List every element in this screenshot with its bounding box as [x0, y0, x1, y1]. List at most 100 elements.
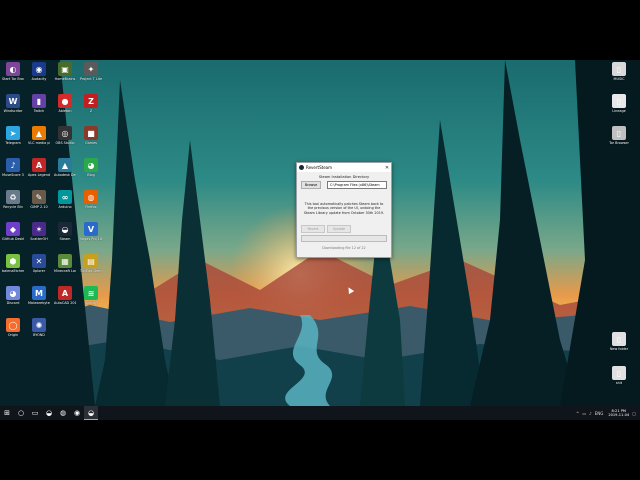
firefox-icon: ◍: [84, 190, 98, 204]
shortcut-label: Games: [85, 141, 97, 145]
shortcut-label: Tor Browser: [609, 141, 629, 145]
desktop_icons_left-shortcut[interactable]: ≋ Spotify: [80, 286, 102, 305]
steam-path-field[interactable]: C:\Program Files (x86)\Steam: [327, 181, 387, 189]
desktop_icons_right-shortcut[interactable]: ▯ Tor Browser: [608, 126, 630, 145]
ableton-icon: ●: [58, 94, 72, 108]
desktop_icons_right-shortcut[interactable]: ▯ Lineage: [608, 94, 630, 113]
shortcut-label: Lineage: [612, 109, 626, 113]
revert-button[interactable]: Revert: [301, 225, 325, 234]
action-buttons: Revert Update: [297, 225, 391, 234]
desktop_icons_left-shortcut[interactable]: M Malwarebytes: [28, 286, 50, 305]
desktop_icons_left-shortcut[interactable]: ▮ Twitch: [28, 94, 50, 113]
taskbar: ⊞ ○ ▭ ◒ ◍ ◉ ◒ ^ ▭ ♪ ENG 8:21 PM 2019-11-04 ▢: [0, 406, 640, 420]
shortcut-label: Discord: [6, 301, 20, 305]
clock[interactable]: 8:21 PM 2019-11-04: [608, 409, 629, 418]
revertsteam-taskbar-icon[interactable]: ◒: [84, 406, 98, 420]
gimp-icon: ✎: [32, 190, 46, 204]
obs-icon: ◎: [58, 126, 72, 140]
autocad-icon: A: [58, 286, 72, 300]
shortcut-label: Windscribe: [3, 109, 23, 113]
tor-icon: ◐: [6, 62, 20, 76]
desktop_icons_left-shortcut[interactable]: ◯ Origin: [2, 318, 24, 337]
desktop_icons_left-shortcut[interactable]: ◍ Firefox: [80, 190, 102, 209]
monitor-icon[interactable]: ▭: [582, 411, 586, 416]
desktop_icons_left-shortcut[interactable]: ◐Start Tor Browser: [2, 62, 24, 81]
desktop_icons_left-shortcut[interactable]: ▦Minecraft Launcher: [54, 254, 76, 273]
chevron-up-icon[interactable]: ^: [576, 411, 579, 416]
tor-browser-icon: ▯: [612, 126, 626, 140]
status-text: Downloading file 12 of 22: [322, 246, 366, 251]
start-icon[interactable]: ⊞: [0, 406, 14, 420]
shortcut-label: Malwarebytes: [28, 301, 50, 305]
volume-icon[interactable]: ♪: [589, 411, 592, 416]
steam-taskbar-icon[interactable]: ◒: [42, 406, 56, 420]
shortcut-label: Xplorer: [32, 269, 46, 273]
desktop_icons_left-shortcut[interactable]: A Apex Legends: [28, 158, 50, 177]
shortcut-label: AutoCAD 2019: [54, 301, 76, 305]
desktop_icons_left-shortcut[interactable]: ZZ: [80, 94, 102, 113]
browse-button[interactable]: Browse: [301, 181, 321, 189]
desktop_icons_left-shortcut[interactable]: ▲Autodesk Desktop: [54, 158, 76, 177]
desktop_icons_left-shortcut[interactable]: ■ Games: [80, 126, 102, 145]
desktop_icons_left-shortcut[interactable]: ▣ HomeBrains: [54, 62, 76, 81]
desktop_icons_right-shortcut[interactable]: ▯ MUSIC: [608, 62, 630, 81]
desktop_icons_left-shortcut[interactable]: ◕ Blog: [80, 158, 102, 177]
tikiedit-icon: ▤: [84, 254, 98, 268]
desktop_icons_left-shortcut[interactable]: ✕ Xplorer: [28, 254, 50, 273]
desktop_icons_left-shortcut[interactable]: ✎ GIMP 2.10: [28, 190, 50, 209]
desktop_icons_left-shortcut[interactable]: AAutoCAD 2019: [54, 286, 76, 305]
clock-date: 2019-11-04: [608, 413, 630, 417]
desktop_icons_left-shortcut[interactable]: ✺ BYOND: [28, 318, 50, 337]
desktop_icons_left-shortcut[interactable]: ♪ MuseScore 3: [2, 158, 24, 177]
shortcut-label: Apex Legends: [28, 173, 50, 177]
desktop_icons_left-shortcut[interactable]: ◎ OBS Studio: [54, 126, 76, 145]
desktop_icons_left-shortcut[interactable]: ◉ Audacity: [28, 62, 50, 81]
desktop_icons_left-shortcut[interactable]: ◆GitHub Desktop: [2, 222, 24, 241]
shortcut-label: HomeBrains: [54, 77, 76, 81]
windscribe-icon: W: [6, 94, 20, 108]
homebrains-icon: ▣: [58, 62, 72, 76]
music-folder-icon: ▯: [612, 62, 626, 76]
dialog-titlebar[interactable]: RevertSteam ✕: [297, 163, 391, 172]
desktop_icons_left-shortcut[interactable]: ◕ Discord: [2, 286, 24, 305]
desktop_icons_right-shortcut[interactable]: ▯ shit: [608, 366, 630, 385]
shortcut-label: Recycle Bin: [3, 205, 23, 209]
chrome-taskbar-icon[interactable]: ◉: [70, 406, 84, 420]
desktop_icons_left-shortcut[interactable]: W Windscribe: [2, 94, 24, 113]
language-indicator[interactable]: ENG: [595, 411, 604, 416]
desktop_icons_left-shortcut[interactable]: ♻ Recycle Bin: [2, 190, 24, 209]
etcher-icon: ⬢: [6, 254, 20, 268]
byond-icon: ✺: [32, 318, 46, 332]
desktop_icons_left-shortcut[interactable]: ▤ TikiEdit Demo: [80, 254, 102, 273]
desktop_icons_right-shortcut[interactable]: ▯ New folder: [608, 332, 630, 351]
search-icon[interactable]: ○: [14, 406, 28, 420]
desktop_icons_left-shortcut[interactable]: ▲VLC media player: [28, 126, 50, 145]
shortcut-label: GitHub Desktop: [2, 237, 24, 241]
arduino-icon: ∞: [58, 190, 72, 204]
desktop_icons_left-shortcut[interactable]: VVegas Pro 16.0: [80, 222, 102, 241]
origin-icon: ◯: [6, 318, 20, 332]
github-icon: ◆: [6, 222, 20, 236]
desktop_icons_left-shortcut[interactable]: ✶ ScatterOH: [28, 222, 50, 241]
close-icon[interactable]: ✕: [383, 165, 391, 171]
firefox-taskbar-icon[interactable]: ◍: [56, 406, 70, 420]
z-icon: Z: [84, 94, 98, 108]
desktop_icons_left-shortcut[interactable]: ⬢ balenaEtcher: [2, 254, 24, 273]
shortcut-label: Project T Lite: [80, 77, 102, 81]
update-button[interactable]: Update: [327, 225, 351, 234]
desktop_icons_left-shortcut[interactable]: ➤ Telegram: [2, 126, 24, 145]
desktop_icons_left-shortcut[interactable]: ◒ Steam: [54, 222, 76, 241]
apex-icon: A: [32, 158, 46, 172]
recycle-bin-icon: ♻: [6, 190, 20, 204]
notification-icon[interactable]: ▢: [632, 411, 636, 416]
dialog-title: RevertSteam: [306, 165, 333, 170]
shortcut-label: ScatterOH: [30, 237, 48, 241]
desktop_icons_left-shortcut[interactable]: ● Ableton: [54, 94, 76, 113]
desktop_icons_left-shortcut[interactable]: ✦ Project T Lite: [80, 62, 102, 81]
autodesk-icon: ▲: [58, 158, 72, 172]
description-text: This tool automatically patches Steam ba…: [303, 202, 385, 215]
desktop_icons_left-shortcut[interactable]: ∞ Arduino: [54, 190, 76, 209]
shortcut-label: Spotify: [85, 301, 97, 305]
steam-app-icon: [299, 165, 304, 170]
file-explorer-icon[interactable]: ▭: [28, 406, 42, 420]
